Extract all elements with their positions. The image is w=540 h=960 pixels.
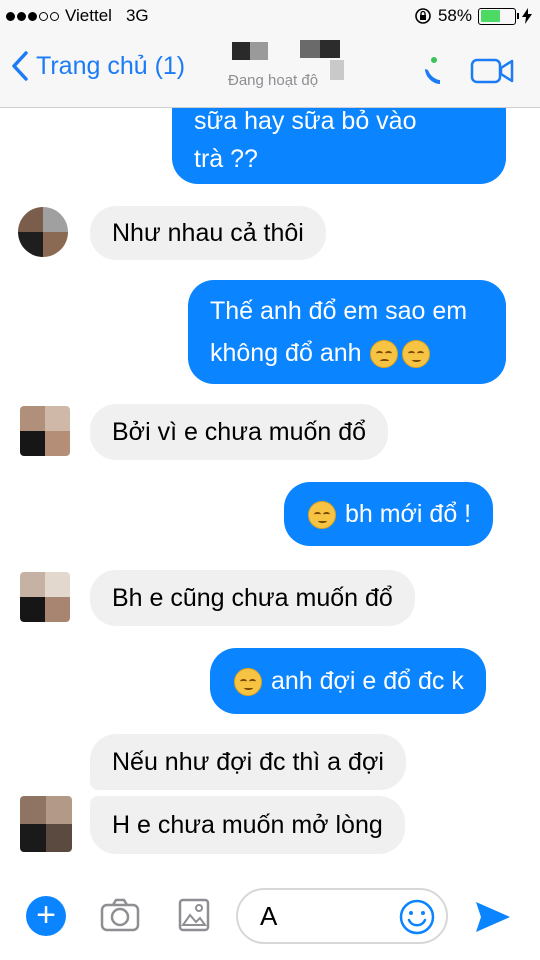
message-incoming[interactable]: Nếu như đợi đc thì a đợi [90, 734, 406, 790]
send-icon[interactable] [474, 900, 512, 934]
carrier-label: Viettel [65, 6, 112, 25]
message-outgoing[interactable]: bh mới đổ ! [284, 482, 494, 546]
message-text: Bh e cũng chưa muốn đổ [112, 584, 393, 612]
chevron-left-icon [12, 51, 28, 81]
plus-icon[interactable]: + [26, 896, 66, 936]
message-line-wrap: không đổ anh [210, 332, 484, 374]
message-text: anh đợi e đổ đc k [270, 667, 464, 695]
network-label: 3G [125, 6, 149, 25]
signal-icon [6, 11, 59, 21]
battery-percent: 58% [437, 6, 472, 25]
pensive-face-icon [308, 501, 336, 530]
contact-avatar[interactable] [20, 572, 70, 622]
message-text: H e chưa muốn mở lòng [112, 811, 383, 839]
pensive-face-icon [402, 340, 431, 369]
battery-icon [478, 7, 519, 25]
charging-bolt-icon [522, 8, 532, 24]
back-label: Trang chủ (1) [36, 51, 186, 80]
message-text: Bởi vì e chưa muốn đổ [112, 418, 367, 446]
rotation-lock-icon [415, 8, 431, 24]
status-bar: Viettel 3G 58% [0, 0, 540, 32]
camera-icon[interactable] [100, 898, 140, 932]
pensive-face-icon [234, 668, 262, 697]
status-left: Viettel 3G [6, 6, 149, 26]
sad-face-icon [370, 340, 399, 369]
conversation-header: Trang chủ (1) Đang hoạt độ [0, 32, 540, 108]
contact-avatar[interactable] [20, 406, 70, 456]
message-line: Thế anh đổ em sao em [210, 297, 468, 325]
contact-avatar[interactable] [18, 207, 68, 257]
message-outgoing[interactable]: Thế anh đổ em sao em không đổ anh [188, 280, 506, 384]
message-line: trà ?? [194, 145, 258, 173]
back-button[interactable]: Trang chủ (1) [10, 50, 185, 82]
composer-bar: + A [0, 870, 540, 960]
contact-avatar[interactable] [20, 796, 72, 852]
message-incoming[interactable]: Bh e cũng chưa muốn đổ [90, 570, 415, 626]
message-incoming[interactable]: H e chưa muốn mở lòng [90, 796, 405, 854]
video-camera-icon[interactable] [470, 56, 516, 86]
message-text: Như nhau cả thôi [112, 219, 304, 247]
message-incoming[interactable]: Bởi vì e chưa muốn đổ [90, 404, 389, 460]
photo-icon[interactable] [178, 898, 210, 932]
message-incoming[interactable]: Như nhau cả thôi [90, 206, 326, 260]
message-line: không đổ anh [210, 339, 362, 367]
smiley-icon[interactable] [398, 898, 436, 936]
phone-call-icon[interactable] [420, 54, 448, 90]
message-text: bh mới đổ ! [344, 500, 472, 528]
active-status: Đang hoạt độ [228, 72, 319, 89]
message-text: Nếu như đợi đc thì a đợi [112, 748, 384, 776]
message-outgoing[interactable]: anh đợi e đổ đc k [210, 648, 486, 714]
status-right: 58% [414, 6, 532, 26]
message-input-text: A [260, 901, 278, 931]
